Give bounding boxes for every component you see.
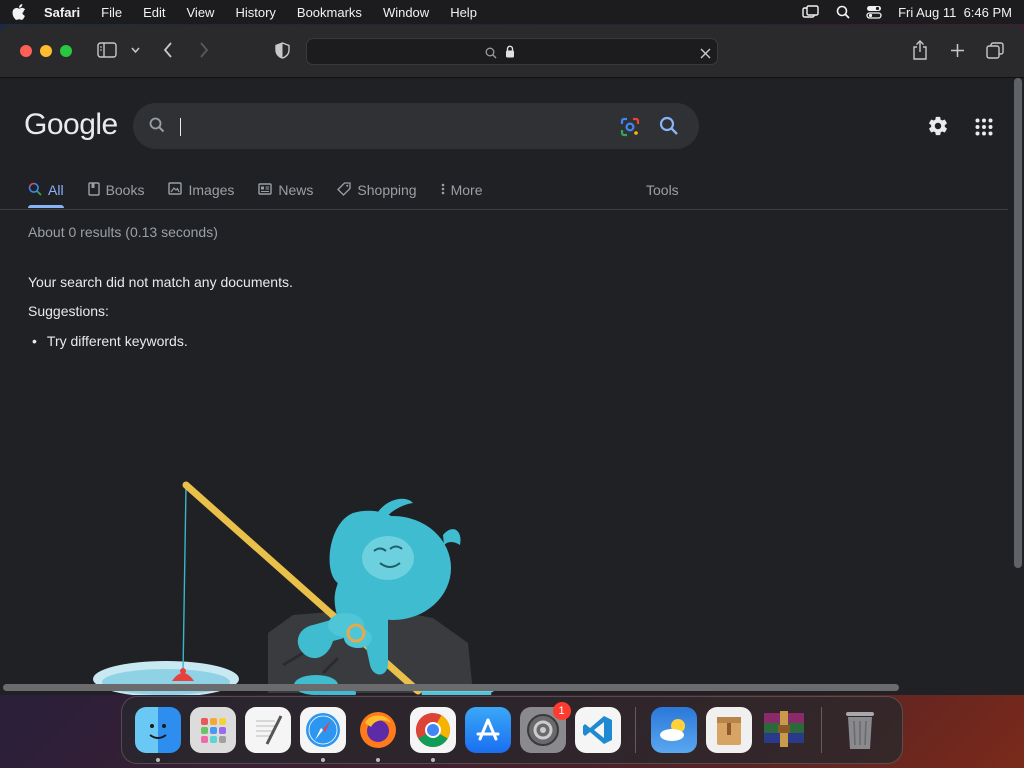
minimize-window-button[interactable] (40, 45, 52, 57)
search-tabs: All Books Images News Shopping More (28, 176, 507, 210)
tab-more-label: More (450, 182, 483, 198)
tab-images-label: Images (188, 182, 235, 198)
suggestion-item: Try different keywords. (28, 333, 188, 349)
screen-mirroring-icon[interactable] (802, 5, 820, 19)
menu-edit[interactable]: Edit (143, 5, 165, 20)
google-logo[interactable]: Google (24, 108, 118, 142)
chevron-down-icon[interactable] (131, 47, 140, 53)
dock-system-settings-icon[interactable]: 1 (519, 702, 571, 753)
running-indicator (155, 758, 160, 762)
tools-button[interactable]: Tools (646, 176, 679, 204)
vertical-scroll-thumb[interactable] (1014, 78, 1022, 568)
back-arrow-icon[interactable] (163, 42, 173, 58)
clear-url-icon[interactable] (700, 46, 711, 64)
tab-all[interactable]: All (28, 176, 64, 208)
menubar-clock[interactable]: Fri Aug 11 6:46 PM (898, 5, 1012, 20)
notification-badge: 1 (552, 702, 571, 720)
fishing-monster-illustration (88, 403, 508, 695)
dock-app-store-icon[interactable] (464, 707, 511, 753)
text-caret (180, 118, 181, 136)
search-icon (149, 117, 165, 138)
dock-weather-icon[interactable] (650, 707, 697, 753)
dock-archive-utility-icon[interactable] (705, 707, 752, 753)
tabs-divider (0, 209, 1008, 210)
horizontal-scrollbar[interactable] (0, 681, 1012, 693)
tab-news-label: News (278, 182, 314, 198)
menu-app-name[interactable]: Safari (44, 5, 80, 20)
dock-separator (821, 707, 822, 753)
dock-separator (635, 707, 636, 753)
vertical-scrollbar[interactable] (1012, 78, 1024, 695)
dock-chrome-icon[interactable] (409, 707, 456, 762)
tab-news[interactable]: News (258, 176, 313, 204)
window-controls (20, 45, 72, 57)
dock-textedit-icon[interactable] (244, 707, 291, 753)
search-box[interactable] (133, 103, 699, 149)
dock-launchpad-icon[interactable] (189, 707, 236, 753)
dock-vscode-icon[interactable] (574, 707, 621, 753)
dock-rar-archiver-icon[interactable] (761, 707, 807, 753)
menu-bookmarks[interactable]: Bookmarks (297, 5, 362, 20)
spotlight-search-icon[interactable] (836, 5, 850, 19)
tab-all-label: All (48, 182, 64, 198)
google-results-page: Google All Books Images News Shopping Mo… (0, 78, 1012, 695)
tab-books[interactable]: Books (87, 176, 145, 204)
dock: 1 (121, 696, 903, 764)
share-icon[interactable] (912, 40, 928, 60)
suggestions-list: Try different keywords. (28, 333, 188, 349)
image-icon (168, 182, 183, 198)
menu-bar: Safari File Edit View History Bookmarks … (0, 0, 1024, 24)
suggestions-label: Suggestions: (28, 303, 109, 319)
close-window-button[interactable] (20, 45, 32, 57)
apple-menu-icon[interactable] (12, 4, 26, 20)
control-center-icon[interactable] (866, 5, 882, 19)
running-indicator (430, 758, 435, 762)
forward-arrow-icon[interactable] (199, 42, 209, 58)
search-icon (485, 46, 497, 64)
dock-firefox-icon[interactable] (355, 707, 401, 762)
settings-gear-icon[interactable] (927, 115, 949, 142)
search-icon (28, 182, 42, 199)
privacy-shield-icon[interactable] (275, 42, 290, 59)
search-input[interactable] (179, 113, 599, 139)
dock-trash-icon[interactable] (837, 707, 883, 753)
more-vertical-icon (441, 182, 445, 198)
running-indicator (320, 758, 325, 762)
zoom-window-button[interactable] (60, 45, 72, 57)
new-tab-icon[interactable] (950, 43, 965, 58)
google-apps-icon[interactable] (975, 118, 993, 141)
dock-finder-icon[interactable] (134, 707, 181, 762)
safari-toolbar (0, 25, 1024, 78)
result-stats: About 0 results (0.13 seconds) (28, 224, 218, 240)
address-bar[interactable] (306, 38, 718, 65)
tab-images[interactable]: Images (168, 176, 234, 204)
tab-books-label: Books (105, 182, 145, 198)
horizontal-scroll-thumb[interactable] (3, 684, 899, 691)
news-icon (258, 182, 273, 198)
google-lens-icon[interactable] (620, 117, 640, 142)
dock-safari-icon[interactable] (299, 707, 346, 762)
tab-shopping[interactable]: Shopping (337, 176, 417, 204)
tab-overview-icon[interactable] (986, 42, 1004, 59)
search-submit-icon[interactable] (659, 116, 679, 141)
running-indicator (375, 758, 380, 762)
menu-view[interactable]: View (187, 5, 215, 20)
safari-window: Google All Books Images News Shopping Mo… (0, 25, 1024, 695)
menu-file[interactable]: File (101, 5, 122, 20)
menu-history[interactable]: History (235, 5, 275, 20)
tab-shopping-label: Shopping (357, 182, 417, 198)
tab-more[interactable]: More (441, 176, 483, 204)
book-icon (87, 181, 100, 199)
menu-window[interactable]: Window (383, 5, 429, 20)
tag-icon (337, 181, 352, 199)
no-match-message: Your search did not match any documents. (28, 274, 293, 290)
menu-help[interactable]: Help (450, 5, 477, 20)
sidebar-toggle-icon[interactable] (97, 42, 117, 58)
lock-icon (505, 45, 515, 63)
